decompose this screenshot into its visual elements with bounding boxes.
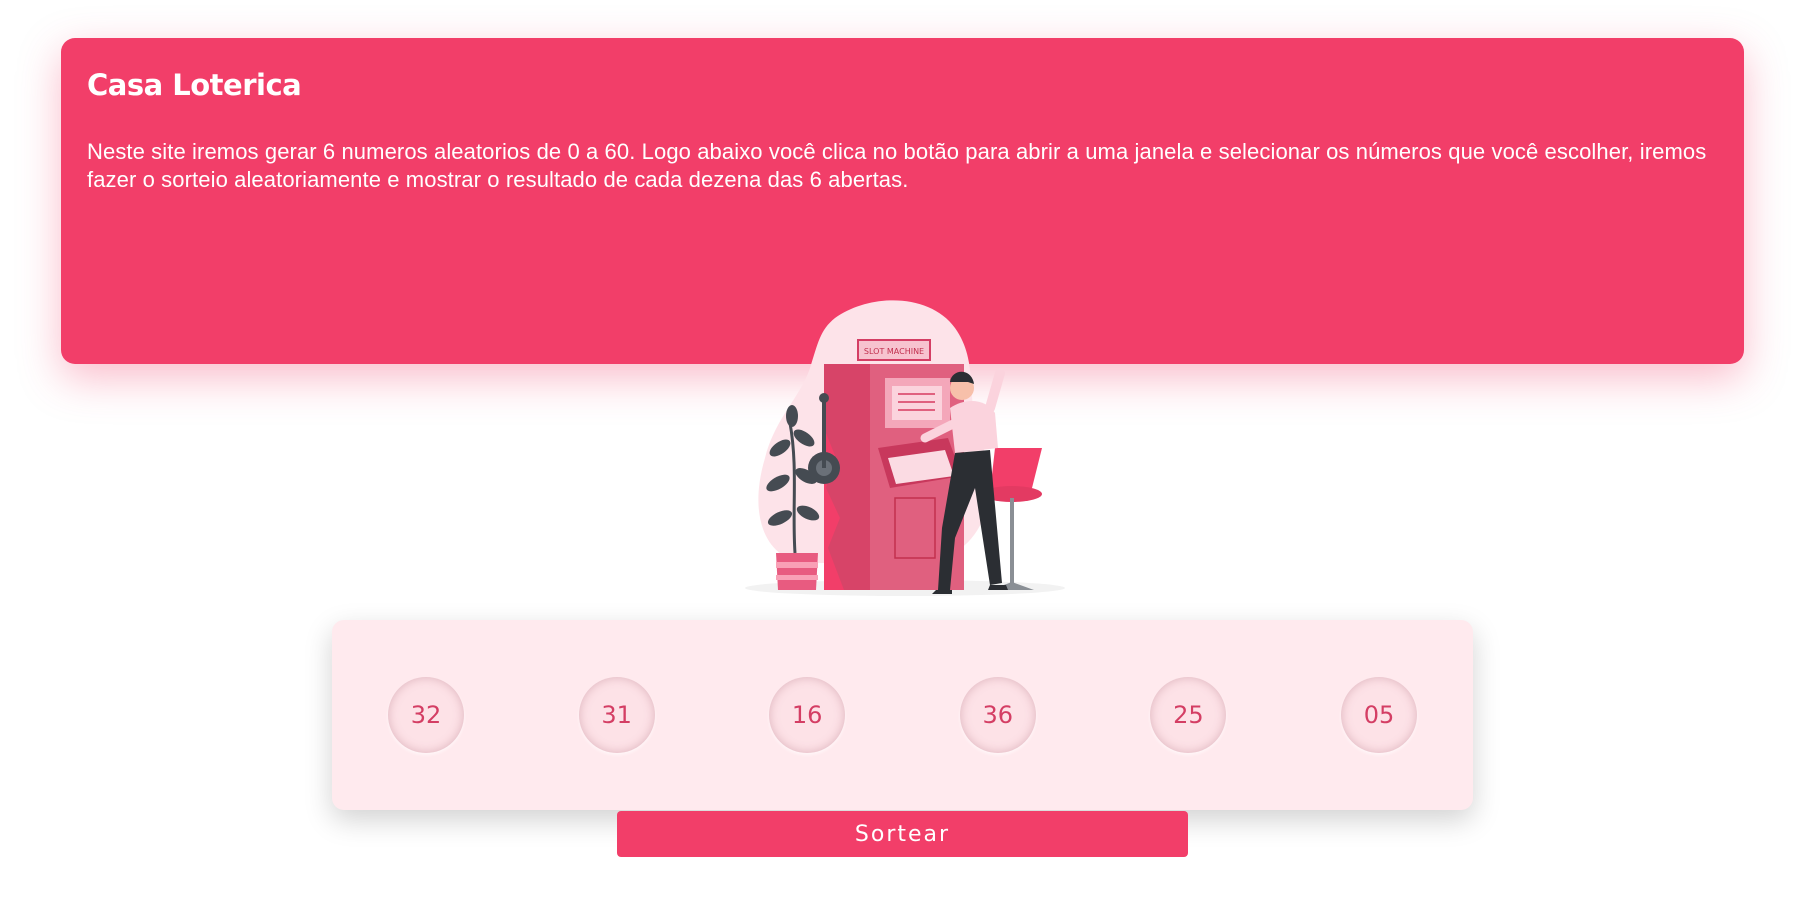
slot-sign-text: SLOT MACHINE (864, 347, 924, 356)
draw-button[interactable]: Sortear (617, 811, 1188, 857)
slot-machine-illustration: SLOT MACHINE (740, 298, 1070, 603)
numbers-panel: 32 31 16 36 25 05 (332, 620, 1473, 810)
number-ball: 16 (769, 677, 846, 753)
number-ball: 36 (959, 677, 1036, 753)
page-title: Casa Loterica (87, 68, 302, 102)
page-description: Neste site iremos gerar 6 numeros aleato… (87, 139, 1707, 192)
number-ball: 32 (388, 677, 464, 753)
number-ball: 05 (1340, 677, 1417, 753)
page: Casa Loterica Neste site iremos gerar 6 … (0, 0, 1801, 916)
number-ball: 31 (578, 677, 655, 753)
number-ball: 25 (1150, 677, 1227, 753)
